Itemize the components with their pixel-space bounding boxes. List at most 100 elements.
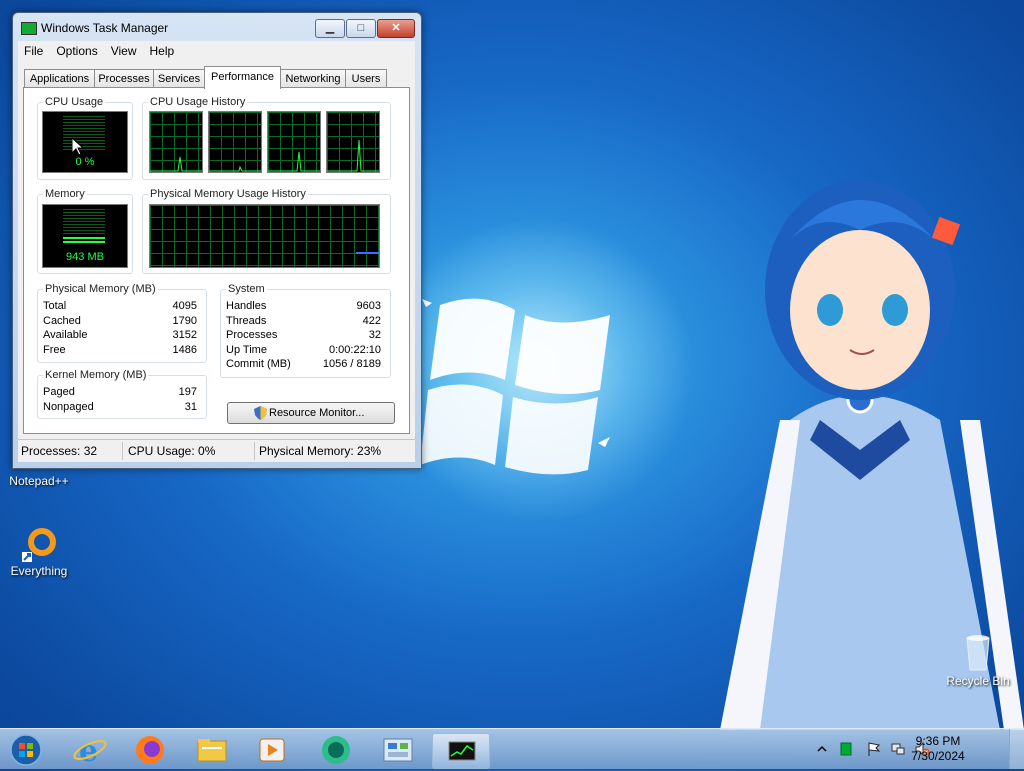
cpu-usage-value: 0 % bbox=[75, 156, 95, 168]
title-bar[interactable]: Windows Task Manager ▁ □ ✕ bbox=[13, 13, 421, 41]
stat-value: 1790 bbox=[172, 315, 197, 327]
stat-row-commit: Commit (MB) 1056 / 8189 bbox=[226, 358, 381, 372]
taskbar: e 9:36 PM 7/30/2024 bbox=[0, 728, 1024, 769]
stat-key: Available bbox=[43, 329, 88, 341]
memory-history-label: Physical Memory Usage History bbox=[148, 188, 308, 200]
tab-applications[interactable]: Applications bbox=[24, 69, 95, 88]
cpu-usage-group: CPU Usage 0 % bbox=[37, 96, 133, 180]
taskbar-clock[interactable]: 9:36 PM 7/30/2024 bbox=[908, 734, 968, 764]
start-orb-icon bbox=[10, 734, 42, 766]
window-title: Windows Task Manager bbox=[41, 21, 169, 35]
recycle-bin-icon bbox=[963, 632, 993, 672]
taskbar-control-panel[interactable] bbox=[374, 733, 422, 767]
stat-value: 32 bbox=[368, 329, 381, 341]
stat-key: Total bbox=[43, 300, 67, 312]
stat-key: Free bbox=[43, 344, 66, 356]
memory-value: 943 MB bbox=[66, 251, 104, 263]
cpu-meter-bars bbox=[63, 116, 105, 152]
clock-date: 7/30/2024 bbox=[911, 749, 965, 763]
stat-key: Processes bbox=[226, 329, 278, 341]
file-explorer-icon bbox=[197, 739, 227, 762]
mouse-pointer-icon bbox=[72, 138, 84, 156]
physical-memory-group: Physical Memory (MB) Total 4095 Cached 179… bbox=[37, 283, 207, 363]
resource-monitor-button[interactable]: Resource Monitor... bbox=[227, 402, 395, 424]
desktop-icon-recycle-bin[interactable]: Recycle Bin bbox=[938, 632, 1018, 688]
tab-services[interactable]: Services bbox=[153, 69, 205, 88]
desktop-icon-everything[interactable]: Everything bbox=[4, 528, 74, 578]
show-desktop-button[interactable] bbox=[1009, 729, 1024, 769]
status-bar: Processes: 32 CPU Usage: 0% Physical Mem… bbox=[18, 439, 415, 462]
cpu-history-graph-core-4 bbox=[326, 111, 380, 173]
stat-key: Threads bbox=[226, 315, 267, 327]
stat-value: 1056 / 8189 bbox=[322, 358, 381, 370]
stat-value: 422 bbox=[362, 315, 381, 327]
stat-row-handles: Handles 9603 bbox=[226, 300, 381, 314]
action-center-flag-icon[interactable] bbox=[866, 741, 882, 757]
stat-value: 1486 bbox=[172, 344, 197, 356]
maximize-button[interactable]: □ bbox=[346, 19, 376, 38]
taskbar-task-manager[interactable] bbox=[432, 733, 490, 769]
stat-value: 9603 bbox=[356, 300, 381, 312]
taskbar-file-explorer[interactable] bbox=[188, 733, 236, 767]
stat-key: Up Time bbox=[226, 344, 267, 356]
menu-help[interactable]: Help bbox=[144, 41, 182, 59]
memory-history-group: Physical Memory Usage History bbox=[142, 188, 391, 274]
window-client-area: Applications Processes Services Performa… bbox=[18, 61, 415, 461]
desktop-icon-label: Recycle Bin bbox=[946, 674, 1010, 688]
stat-key: Paged bbox=[43, 386, 75, 398]
stat-key: Cached bbox=[43, 315, 81, 327]
stat-row-threads: Threads 422 bbox=[226, 315, 381, 329]
desktop-icon-notepadpp[interactable]: Notepad++ bbox=[4, 474, 74, 488]
taskbar-media-player[interactable] bbox=[248, 733, 296, 767]
taskbar-media-center[interactable] bbox=[312, 733, 360, 767]
task-manager-tray-icon[interactable] bbox=[838, 741, 854, 757]
tab-networking[interactable]: Networking bbox=[280, 69, 346, 88]
taskbar-internet-explorer[interactable]: e bbox=[66, 733, 114, 769]
everything-search-icon bbox=[22, 528, 56, 562]
stat-key: Handles bbox=[226, 300, 267, 312]
system-label: System bbox=[226, 283, 267, 295]
stat-row-uptime: Up Time 0:00:22:10 bbox=[226, 344, 381, 358]
menu-bar: File Options View Help bbox=[18, 41, 415, 61]
physical-memory-label: Physical Memory (MB) bbox=[43, 283, 158, 295]
kernel-memory-label: Kernel Memory (MB) bbox=[43, 369, 149, 381]
stat-row-free: Free 1486 bbox=[43, 344, 197, 358]
cpu-history-group: CPU Usage History bbox=[142, 96, 391, 180]
cpu-history-graph-core-1 bbox=[149, 111, 203, 173]
cpu-usage-meter: 0 % bbox=[42, 111, 128, 173]
start-button[interactable] bbox=[4, 733, 48, 767]
menu-file[interactable]: File bbox=[18, 41, 50, 59]
memory-meter-empty bbox=[63, 209, 105, 235]
cpu-usage-label: CPU Usage bbox=[43, 96, 106, 108]
memory-meter: 943 MB bbox=[42, 204, 128, 268]
stat-key: Commit (MB) bbox=[226, 358, 291, 370]
tab-users[interactable]: Users bbox=[345, 69, 387, 88]
memory-label: Memory bbox=[43, 188, 87, 200]
menu-options[interactable]: Options bbox=[50, 41, 104, 59]
minimize-icon: ▁ bbox=[325, 22, 335, 34]
tab-performance[interactable]: Performance bbox=[204, 66, 281, 89]
memory-history-graph bbox=[149, 204, 380, 268]
stat-row-cached: Cached 1790 bbox=[43, 315, 197, 329]
minimize-button[interactable]: ▁ bbox=[315, 19, 345, 38]
stat-value: 4095 bbox=[172, 300, 197, 312]
cpu-history-label: CPU Usage History bbox=[148, 96, 248, 108]
windows-logo-wallpaper bbox=[420, 298, 610, 475]
status-divider bbox=[122, 442, 123, 460]
tab-processes[interactable]: Processes bbox=[94, 69, 154, 88]
show-hidden-icons-icon[interactable] bbox=[814, 741, 830, 757]
network-icon[interactable] bbox=[890, 741, 906, 757]
status-physical-memory: Physical Memory: 23% bbox=[259, 444, 382, 458]
media-center-icon bbox=[322, 736, 350, 764]
taskbar-firefox[interactable] bbox=[126, 733, 174, 767]
resource-monitor-label: Resource Monitor... bbox=[269, 407, 365, 419]
menu-view[interactable]: View bbox=[105, 41, 144, 59]
close-button[interactable]: ✕ bbox=[377, 19, 415, 38]
task-manager-window[interactable]: Windows Task Manager ▁ □ ✕ File Options Vi… bbox=[12, 12, 422, 469]
desktop-icon-label: Notepad++ bbox=[9, 474, 69, 488]
maximize-icon: □ bbox=[357, 22, 365, 34]
stat-key: Nonpaged bbox=[43, 401, 94, 413]
clock-time: 9:36 PM bbox=[915, 734, 961, 748]
control-panel-icon bbox=[383, 738, 413, 762]
internet-explorer-icon: e bbox=[73, 734, 107, 769]
